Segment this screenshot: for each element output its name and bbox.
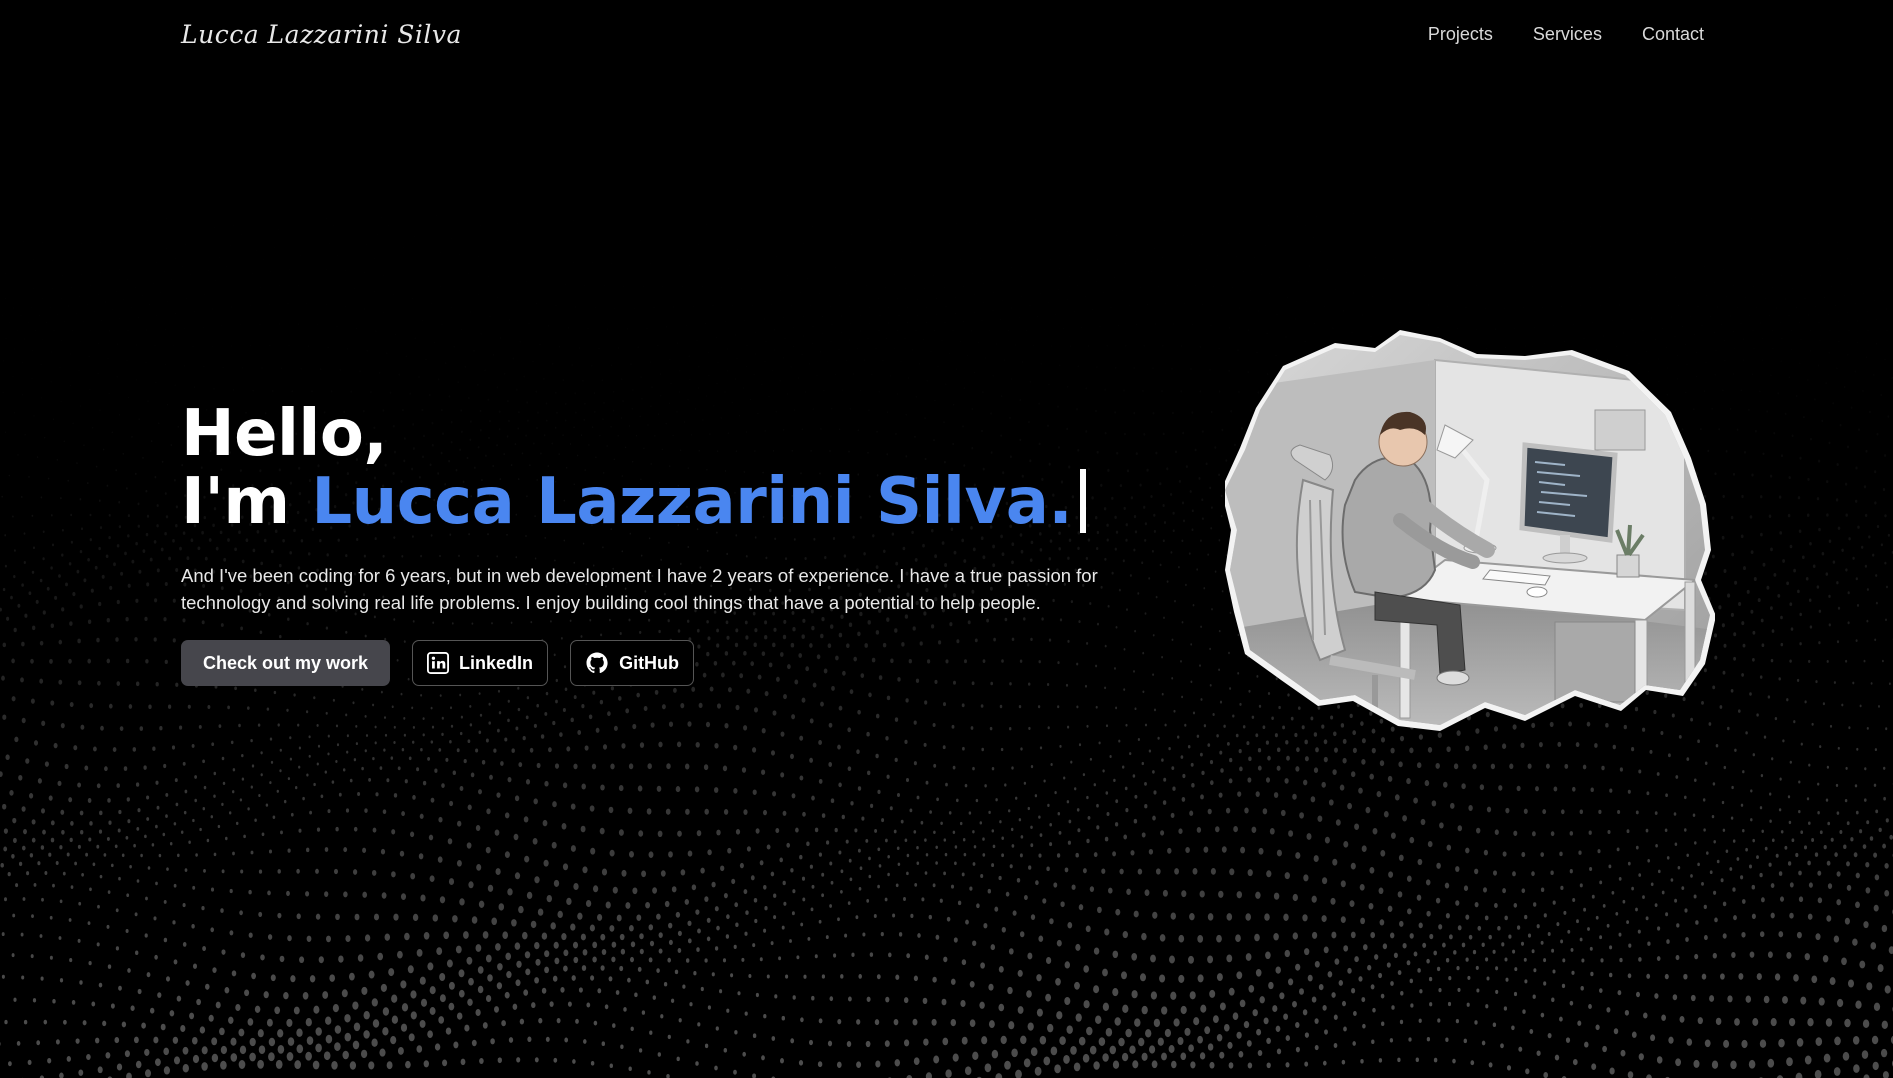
top-navigation: Lucca Lazzarini Silva Projects Services … (0, 0, 1893, 78)
nav-links: Projects Services Contact (1428, 24, 1704, 45)
hero-section: Hello, I'm Lucca Lazzarini Silva. And I'… (181, 400, 1191, 686)
nav-link-contact[interactable]: Contact (1642, 24, 1704, 45)
linkedin-button[interactable]: LinkedIn (412, 640, 549, 686)
hero-name: Lucca Lazzarini Silva. (311, 465, 1073, 539)
hero-headline: Hello, I'm Lucca Lazzarini Silva. (181, 400, 1191, 536)
linkedin-icon (427, 652, 450, 674)
intro-prefix: I'm (181, 465, 290, 539)
portfolio-page: Lucca Lazzarini Silva Projects Services … (0, 0, 1893, 1078)
nav-link-services[interactable]: Services (1533, 24, 1602, 45)
typing-cursor (1080, 469, 1087, 533)
github-button[interactable]: GitHub (570, 640, 695, 686)
hero-description: And I've been coding for 6 years, but in… (181, 565, 1098, 613)
github-icon (585, 651, 609, 675)
linkedin-label: LinkedIn (459, 652, 534, 673)
developer-illustration (1225, 330, 1715, 731)
site-logo[interactable]: Lucca Lazzarini Silva (181, 20, 462, 49)
hero-actions: Check out my work LinkedIn GitHub (181, 640, 1191, 686)
name-line: I'm Lucca Lazzarini Silva. (181, 468, 1191, 536)
greeting-line: Hello, (181, 397, 388, 471)
check-out-work-button[interactable]: Check out my work (181, 640, 391, 686)
nav-link-projects[interactable]: Projects (1428, 24, 1493, 45)
github-label: GitHub (619, 652, 680, 673)
